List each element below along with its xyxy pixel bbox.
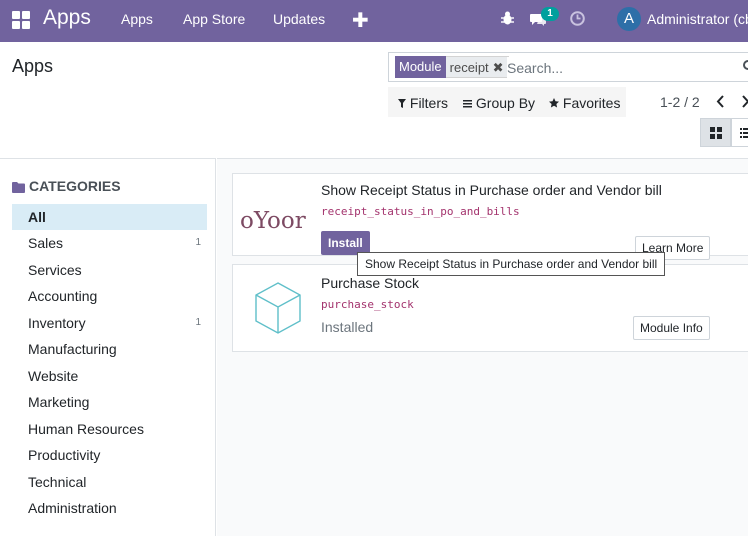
- star-icon: [549, 98, 559, 108]
- folder-icon: [12, 182, 25, 193]
- top-navbar: Apps Apps App Store Updates ✚ 1 A Admini…: [0, 0, 748, 42]
- filters-label: Filters: [409, 95, 449, 111]
- facet-key: Module: [395, 56, 446, 78]
- user-name[interactable]: Administrator (cb0: [647, 11, 748, 27]
- favorites-label: Favorites: [562, 95, 621, 111]
- groupby-button[interactable]: Group By: [463, 95, 535, 111]
- groupby-icon: [463, 100, 472, 108]
- category-label: Accounting: [28, 288, 98, 304]
- kanban-icon: [710, 127, 722, 139]
- module-card[interactable]: oYoor Show Receipt Status in Purchase or…: [232, 173, 748, 260]
- categories-header: CATEGORIES: [12, 178, 121, 194]
- category-label: Human Resources: [28, 421, 144, 437]
- menu-apps[interactable]: Apps: [121, 11, 153, 27]
- module-tech-name: receipt_status_in_po_and_bills: [321, 205, 520, 218]
- category-label: Technical: [28, 474, 87, 490]
- category-sales[interactable]: Sales 1: [12, 230, 207, 256]
- search-facet: Module receipt ✖: [395, 56, 509, 78]
- kanban-area: oYoor Show Receipt Status in Purchase or…: [217, 158, 748, 536]
- list-icon: [740, 128, 748, 138]
- category-sidebar: CATEGORIES All Sales 1 Services Accountin…: [0, 158, 216, 536]
- menu-updates[interactable]: Updates: [273, 11, 325, 27]
- pager-next-icon[interactable]: [742, 95, 748, 108]
- module-card[interactable]: Purchase Stock purchase_stock Installed …: [232, 264, 748, 352]
- category-count: 1: [195, 317, 201, 328]
- module-info-button[interactable]: Module Info: [633, 316, 710, 340]
- category-technical[interactable]: Technical: [12, 469, 207, 495]
- search-icon[interactable]: [743, 59, 748, 75]
- module-title: Purchase Stock: [321, 275, 420, 291]
- category-label: Services: [28, 262, 82, 278]
- module-status: Installed: [321, 319, 374, 335]
- module-title: Show Receipt Status in Purchase order an…: [321, 182, 662, 198]
- title-tooltip: Show Receipt Status in Purchase order an…: [357, 252, 666, 276]
- category-manufacturing[interactable]: Manufacturing: [12, 336, 207, 362]
- avatar[interactable]: A: [617, 7, 641, 31]
- module-tech-name: purchase_stock: [321, 298, 414, 311]
- brand-title[interactable]: Apps: [43, 6, 91, 30]
- svg-text:oYoor: oYoor: [240, 208, 306, 234]
- category-inventory[interactable]: Inventory 1: [12, 310, 207, 336]
- category-administration[interactable]: Administration: [12, 495, 207, 521]
- plus-icon[interactable]: ✚: [352, 8, 369, 33]
- category-label: Marketing: [28, 394, 90, 410]
- category-label: Website: [28, 368, 79, 384]
- category-label: Manufacturing: [28, 341, 117, 357]
- search-bar: Module receipt ✖: [388, 52, 748, 82]
- filter-icon: [398, 99, 406, 108]
- category-label: All: [28, 209, 46, 225]
- filters-button[interactable]: Filters: [398, 95, 448, 111]
- category-label: Sales: [28, 235, 64, 251]
- clock-icon[interactable]: [570, 11, 585, 26]
- groupby-label: Group By: [475, 95, 536, 111]
- bug-icon[interactable]: [501, 11, 514, 25]
- category-label: Administration: [28, 500, 117, 516]
- page-title: Apps: [12, 56, 54, 76]
- pager-prev-icon[interactable]: [716, 95, 725, 108]
- cube-icon: [255, 282, 301, 334]
- category-accounting[interactable]: Accounting: [12, 283, 207, 309]
- category-marketing[interactable]: Marketing: [12, 389, 207, 415]
- category-services[interactable]: Services: [12, 257, 207, 283]
- category-count: 1: [195, 237, 201, 248]
- chat-badge: 1: [541, 7, 559, 21]
- apps-menu-icon[interactable]: [12, 11, 30, 29]
- kanban-view-button[interactable]: [700, 118, 731, 147]
- category-label: Inventory: [28, 315, 86, 331]
- category-all[interactable]: All: [12, 204, 207, 230]
- facet-remove-icon[interactable]: ✖: [493, 60, 504, 75]
- category-label: Productivity: [28, 447, 101, 463]
- search-input[interactable]: [507, 57, 727, 79]
- filter-bar: Filters Group By Favorites: [388, 87, 626, 117]
- category-website[interactable]: Website: [12, 363, 207, 389]
- category-productivity[interactable]: Productivity: [12, 442, 207, 468]
- facet-value: receipt ✖: [445, 56, 509, 78]
- menu-app-store[interactable]: App Store: [183, 11, 245, 27]
- module-logo: oYoor: [240, 208, 306, 234]
- facet-value-text: receipt: [449, 60, 489, 75]
- list-view-button[interactable]: [731, 118, 748, 147]
- categories-header-label: CATEGORIES: [29, 178, 121, 194]
- pager-value[interactable]: 1-2 / 2: [660, 94, 700, 110]
- favorites-button[interactable]: Favorites: [549, 95, 620, 111]
- category-human-resources[interactable]: Human Resources: [12, 416, 207, 442]
